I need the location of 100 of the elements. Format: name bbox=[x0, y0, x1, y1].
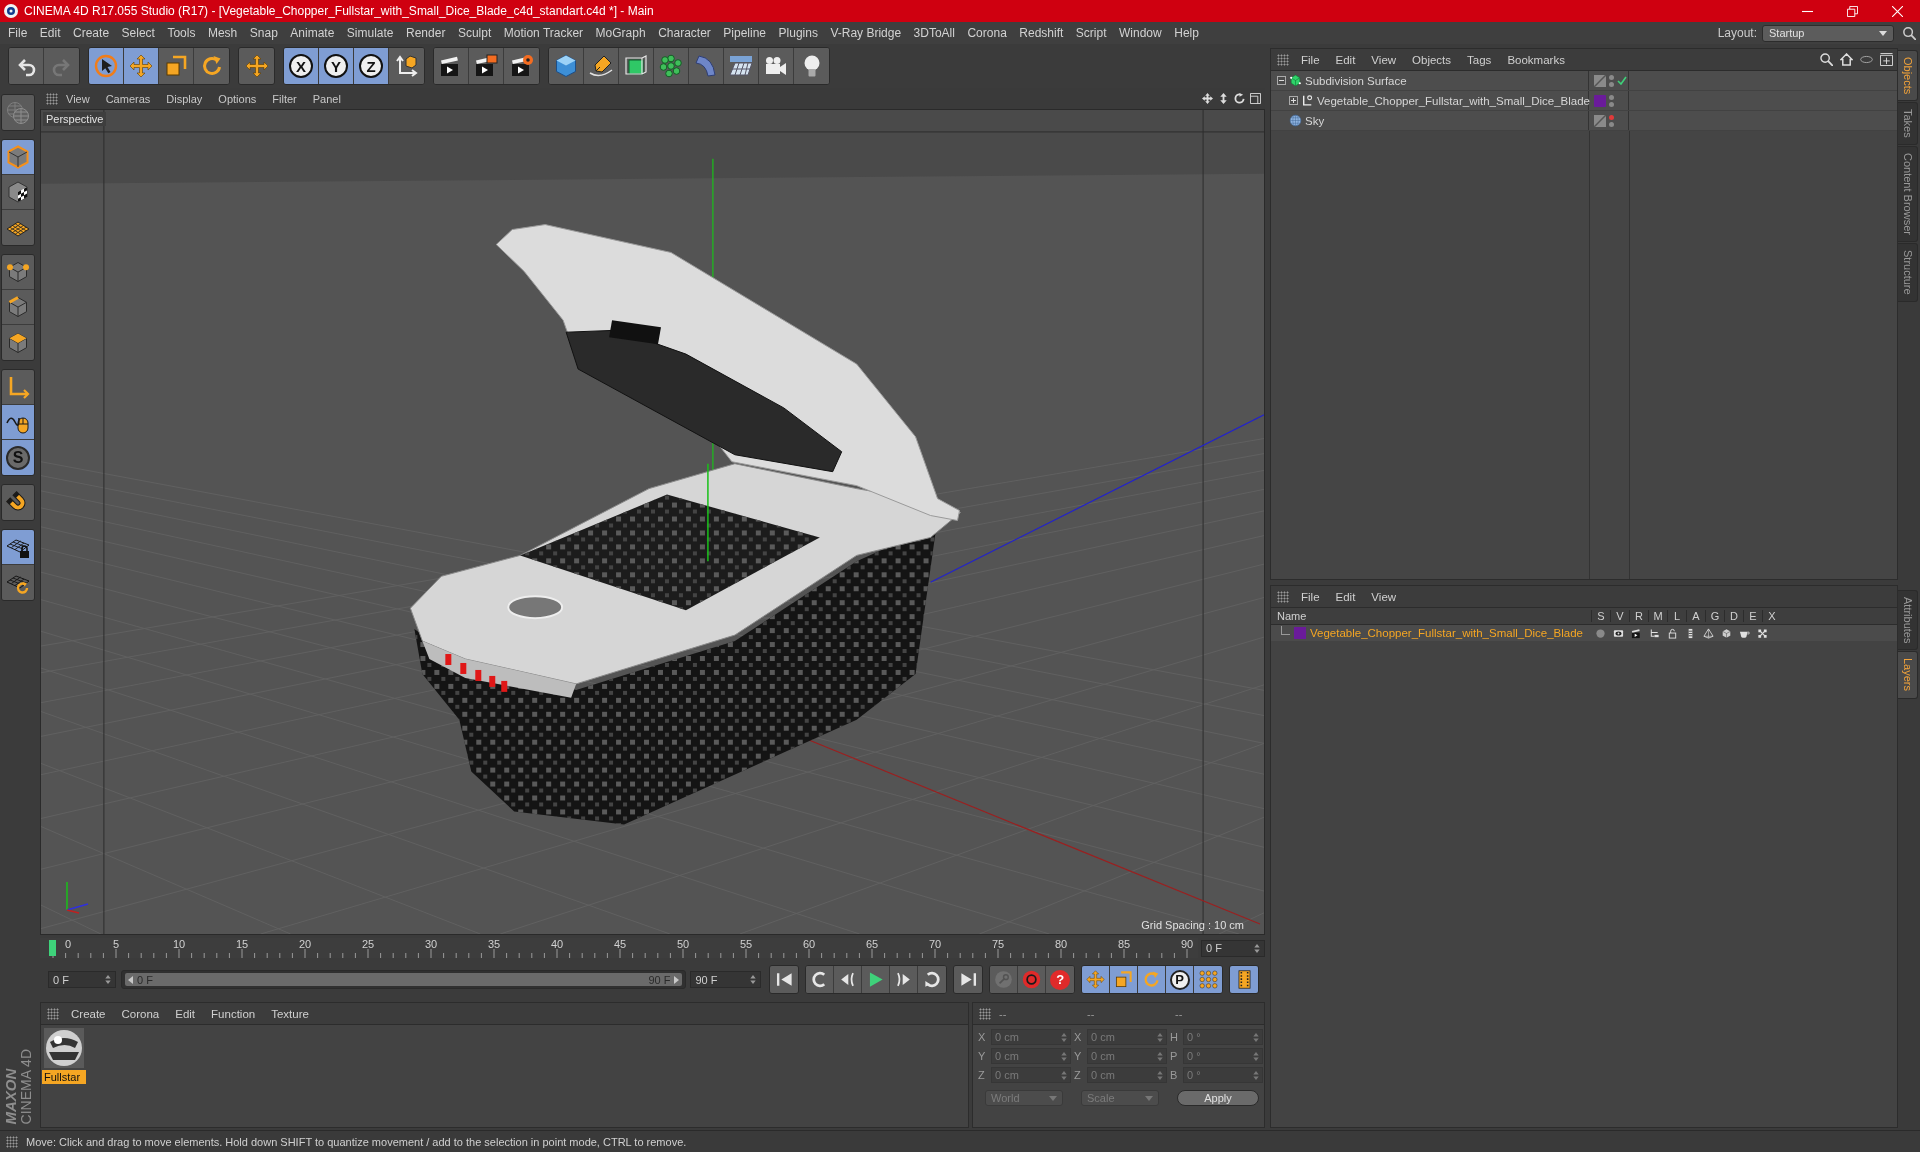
edges-mode-button[interactable] bbox=[2, 290, 34, 325]
previous-key-button[interactable] bbox=[806, 966, 835, 993]
menu-item[interactable]: Edit bbox=[33, 26, 67, 40]
menu-item[interactable]: V-Ray Bridge bbox=[824, 26, 908, 40]
menu-item[interactable]: Create bbox=[67, 26, 116, 40]
menu-item[interactable]: View bbox=[1363, 590, 1405, 603]
end-frame-field[interactable]: 90 F bbox=[690, 971, 762, 988]
menu-item[interactable]: Window bbox=[1113, 26, 1168, 40]
workplane-mode-button[interactable] bbox=[2, 210, 34, 245]
rotate-icon[interactable] bbox=[1234, 93, 1245, 104]
axis-lock-button[interactable]: X bbox=[284, 48, 319, 84]
menu-item[interactable]: View bbox=[58, 92, 98, 105]
go-to-start-button[interactable] bbox=[770, 966, 799, 993]
maximize-icon[interactable] bbox=[1250, 93, 1261, 104]
clapperboard-icon[interactable] bbox=[1630, 627, 1642, 639]
polygons-mode-button[interactable] bbox=[2, 325, 34, 360]
apply-button[interactable]: Apply bbox=[1177, 1090, 1259, 1106]
hatched-box-icon[interactable] bbox=[1594, 114, 1606, 127]
menu-item[interactable]: Panel bbox=[304, 92, 349, 105]
workplane-lock-button[interactable] bbox=[2, 530, 34, 565]
menu-item[interactable]: Help bbox=[1168, 26, 1205, 40]
spinner-icon[interactable] bbox=[1061, 1070, 1067, 1080]
grip-icon[interactable] bbox=[46, 92, 58, 105]
menu-item[interactable]: Filter bbox=[264, 92, 305, 105]
menu-item[interactable]: Plugins bbox=[772, 26, 824, 40]
menu-item[interactable]: Options bbox=[210, 92, 265, 105]
menu-item[interactable]: Pipeline bbox=[717, 26, 773, 40]
layout-dropdown[interactable]: Startup bbox=[1762, 24, 1894, 42]
expand-toggle[interactable] bbox=[1277, 76, 1286, 85]
menu-item[interactable]: Cameras bbox=[97, 92, 159, 105]
editor-visibility-dot-icon[interactable] bbox=[1609, 74, 1614, 80]
axis-mode-button[interactable] bbox=[2, 370, 34, 405]
grip-icon[interactable] bbox=[1277, 590, 1289, 603]
side-tab[interactable]: Content Browser bbox=[1898, 146, 1918, 242]
menu-item[interactable]: Texture bbox=[263, 1007, 317, 1020]
spinner-icon[interactable] bbox=[1253, 1032, 1259, 1042]
pyramid-icon[interactable] bbox=[1702, 627, 1714, 639]
undo-button[interactable] bbox=[9, 48, 44, 84]
menu-item[interactable]: Redshift bbox=[1013, 26, 1070, 40]
render-visibility-dot-icon[interactable] bbox=[1609, 101, 1614, 107]
material-thumbnail[interactable] bbox=[44, 1028, 84, 1068]
dot-icon[interactable] bbox=[1594, 627, 1606, 639]
menu-item[interactable]: Sculpt bbox=[451, 26, 498, 40]
menu-item[interactable]: Edit bbox=[1327, 53, 1364, 66]
cross-blocks-icon[interactable] bbox=[1756, 627, 1768, 639]
grip-icon[interactable] bbox=[979, 1007, 991, 1020]
menu-item[interactable]: 3DToAll bbox=[907, 26, 961, 40]
model-mode-button[interactable] bbox=[2, 140, 34, 175]
timeline-button[interactable] bbox=[1230, 966, 1258, 993]
spinner-icon[interactable] bbox=[1157, 1051, 1163, 1061]
ellipse-icon[interactable] bbox=[1860, 53, 1873, 66]
point-level-button[interactable] bbox=[1194, 966, 1222, 993]
workplane-cycle-button[interactable] bbox=[2, 565, 34, 600]
texture-mode-button[interactable] bbox=[2, 175, 34, 210]
cube-button[interactable] bbox=[549, 48, 584, 84]
menu-item[interactable]: Objects bbox=[1404, 53, 1460, 66]
side-tab[interactable]: Takes bbox=[1898, 102, 1918, 146]
grip-icon[interactable] bbox=[6, 1135, 18, 1148]
spinner-icon[interactable] bbox=[1157, 1032, 1163, 1042]
parameter-key-button[interactable]: P bbox=[1166, 966, 1194, 993]
spinner-icon[interactable] bbox=[1061, 1051, 1067, 1061]
axis-lock-button[interactable]: Z bbox=[354, 48, 389, 84]
spinner-icon[interactable] bbox=[104, 975, 111, 984]
restore-icon[interactable] bbox=[1847, 5, 1858, 17]
menu-item[interactable]: Tools bbox=[161, 26, 202, 40]
menu-item[interactable]: Animate bbox=[284, 26, 341, 40]
object-name[interactable]: Subdivision Surface bbox=[1305, 74, 1407, 87]
menu-item[interactable]: Select bbox=[115, 26, 161, 40]
menu-item[interactable]: Corona bbox=[961, 26, 1013, 40]
spinner-icon[interactable] bbox=[1253, 1051, 1259, 1061]
layer-color-swatch[interactable] bbox=[1294, 627, 1306, 639]
menu-item[interactable]: Render bbox=[400, 26, 452, 40]
render-visibility-dot-icon[interactable] bbox=[1609, 121, 1614, 127]
render-view-button[interactable] bbox=[434, 48, 469, 84]
3d-viewport[interactable]: Perspective Grid Spacing : 10 cm bbox=[40, 109, 1265, 935]
side-tab[interactable]: Objects bbox=[1898, 50, 1918, 102]
layer-color-swatch[interactable] bbox=[1594, 94, 1606, 107]
select-tool-button[interactable] bbox=[89, 48, 124, 84]
menu-item[interactable]: Script bbox=[1069, 26, 1113, 40]
tweak-mode-button[interactable] bbox=[2, 405, 34, 440]
cube-icon[interactable] bbox=[1720, 627, 1732, 639]
arrow-right-icon[interactable] bbox=[674, 975, 680, 984]
hatched-box-icon[interactable] bbox=[1594, 74, 1606, 87]
scale-key-button[interactable] bbox=[1110, 966, 1139, 993]
editor-visibility-dot-icon[interactable] bbox=[1609, 94, 1614, 100]
menu-item[interactable]: Motion Tracker bbox=[497, 26, 590, 40]
side-tab[interactable]: Attributes bbox=[1898, 590, 1918, 651]
search-icon[interactable] bbox=[1820, 53, 1833, 66]
menu-item[interactable]: File bbox=[1289, 53, 1328, 66]
axis-lock-button[interactable]: Y bbox=[319, 48, 354, 84]
side-tab[interactable]: Structure bbox=[1898, 243, 1918, 302]
menu-item[interactable]: View bbox=[1363, 53, 1405, 66]
eye-icon[interactable] bbox=[1612, 627, 1624, 639]
render-visibility-dot-icon[interactable] bbox=[1609, 81, 1614, 87]
home-icon[interactable] bbox=[1840, 53, 1853, 66]
menu-item[interactable]: Corona bbox=[113, 1007, 168, 1020]
material-name[interactable]: Fullstar bbox=[42, 1070, 86, 1084]
move-arrows-icon[interactable] bbox=[1202, 93, 1213, 104]
menu-item[interactable]: Edit bbox=[167, 1007, 204, 1020]
menu-item[interactable]: Display bbox=[158, 92, 211, 105]
